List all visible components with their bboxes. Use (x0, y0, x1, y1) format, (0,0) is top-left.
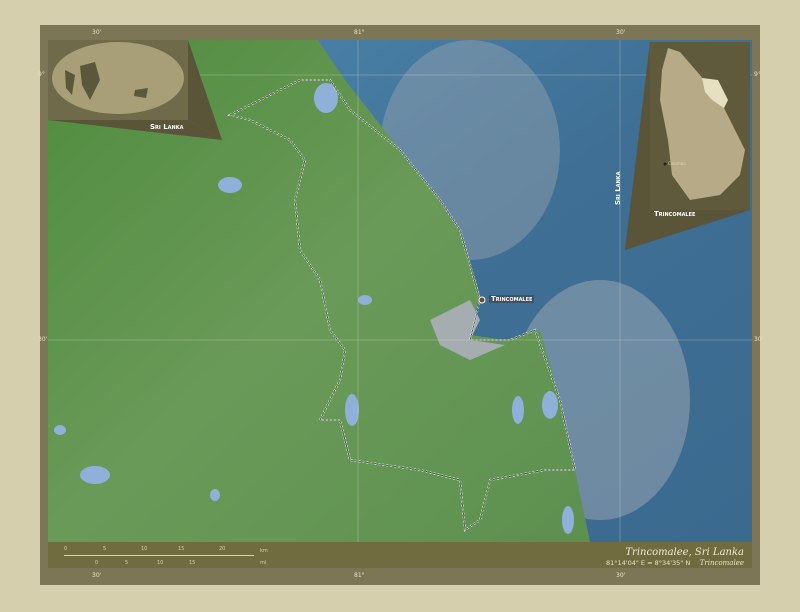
grid-label-bottom: 81° (354, 572, 365, 579)
city-marker (478, 296, 486, 304)
scale-mi-tick: 0 (95, 560, 99, 566)
scale-mi-tick: 5 (125, 560, 129, 566)
country-inset-label: Sri Lanka (614, 171, 622, 205)
city-label-trincomalee: Trincomalee (489, 295, 535, 303)
scale-km-unit: km (260, 548, 268, 554)
scale-km-tick: 20 (219, 546, 226, 552)
grid-label-right: 9° (754, 71, 761, 78)
scale-mi-unit: mi (260, 560, 267, 566)
grid-label-left: 9° (38, 71, 45, 78)
map-subtitle: Trincomalee (699, 559, 744, 567)
grid-label-right: 30' (754, 336, 764, 343)
capital-label: Colombo (668, 161, 686, 166)
grid-label-left: 30' (38, 336, 48, 343)
scale-km-tick: 5 (103, 546, 107, 552)
country-inset-region-label: Trincomalee (654, 210, 696, 218)
world-inset-label: Sri Lanka (150, 123, 184, 131)
scale-bar (64, 555, 254, 556)
grid-label-top: 30' (92, 29, 102, 36)
scale-km-tick: 10 (141, 546, 148, 552)
scale-mi-tick: 10 (157, 560, 164, 566)
scale-km-tick: 15 (178, 546, 185, 552)
scale-mi-tick: 15 (189, 560, 196, 566)
capital-marker (663, 162, 667, 166)
grid-label-top: 30' (616, 29, 626, 36)
grid-label-bottom: 30' (616, 572, 626, 579)
grid-label-bottom: 30' (92, 572, 102, 579)
grid-label-top: 81° (354, 29, 365, 36)
map-coordinates: 81°14'04" E ≈ 8°34'35" N (606, 559, 691, 567)
map-title: Trincomalee, Sri Lanka (625, 547, 744, 558)
map-canvas (48, 40, 752, 568)
scale-km-tick: 0 (64, 546, 68, 552)
